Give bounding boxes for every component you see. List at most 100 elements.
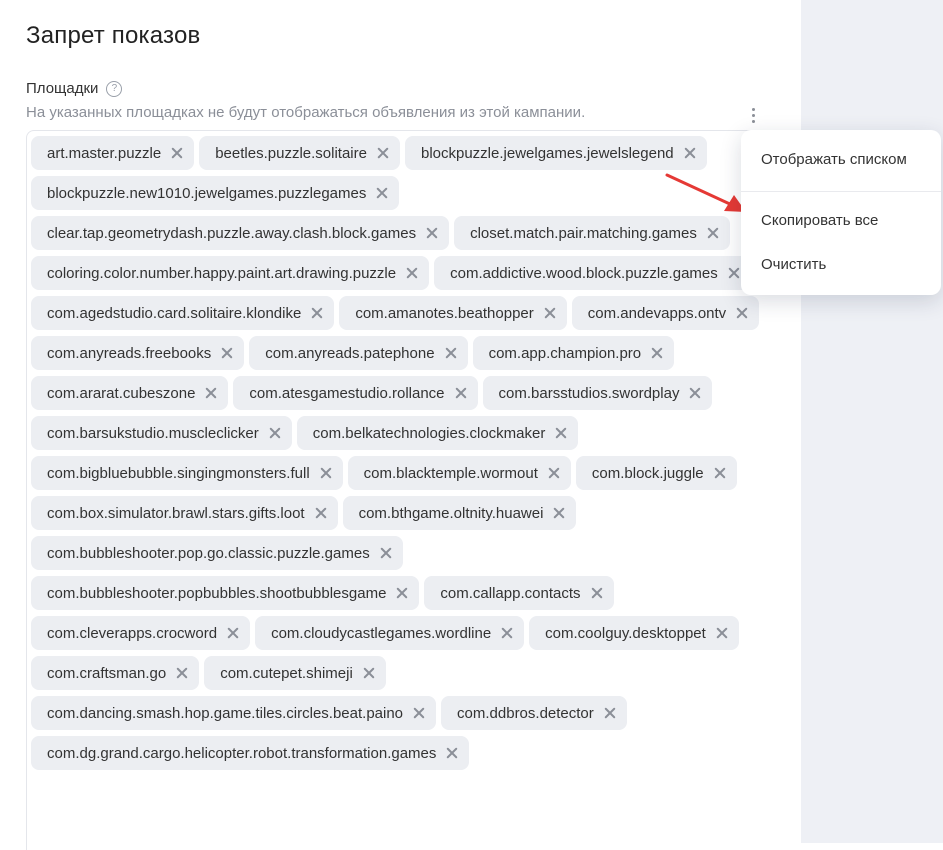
remove-tag-icon[interactable]: [221, 347, 233, 359]
remove-tag-icon[interactable]: [591, 587, 603, 599]
question-circle-icon[interactable]: ?: [106, 80, 123, 97]
placement-tag-label: com.andevapps.ontv: [587, 304, 727, 322]
placement-tag: com.addictive.wood.block.puzzle.games: [434, 256, 751, 290]
placement-tag: com.barsukstudio.muscleclicker: [31, 416, 292, 450]
remove-tag-icon[interactable]: [501, 627, 513, 639]
placement-tag-label: com.app.champion.pro: [488, 344, 642, 362]
remove-tag-icon[interactable]: [604, 707, 616, 719]
remove-tag-icon[interactable]: [455, 387, 467, 399]
placement-tag: com.atesgamestudio.rollance: [233, 376, 478, 410]
placement-tag-label: com.bthgame.oltnity.huawei: [358, 504, 544, 522]
placements-tag-input[interactable]: art.master.puzzle beetles.puzzle.solitair…: [26, 130, 764, 850]
placement-tag-label: com.amanotes.beathopper: [355, 304, 534, 322]
remove-tag-icon[interactable]: [315, 507, 327, 519]
remove-tag-icon[interactable]: [376, 187, 388, 199]
placement-tag: com.ddbros.detector: [441, 696, 627, 730]
remove-tag-icon[interactable]: [716, 627, 728, 639]
menu-item-show-as-list[interactable]: Отображать списком: [761, 151, 907, 168]
placement-tag: com.box.simulator.brawl.stars.gifts.loot: [31, 496, 338, 530]
remove-tag-icon[interactable]: [205, 387, 217, 399]
placement-tag: com.cloudycastlegames.wordline: [255, 616, 525, 650]
section-title: Запрет показов: [26, 22, 201, 49]
more-options-icon[interactable]: [744, 104, 762, 126]
placement-tag-label: blockpuzzle.jewelgames.jewelslegend: [420, 144, 674, 162]
placement-tag: com.block.juggle: [575, 456, 737, 490]
placement-tag-label: com.cleverapps.crocword: [47, 624, 218, 642]
placement-tag-label: com.ararat.cubeszone: [47, 384, 196, 402]
placement-tag: beetles.puzzle.solitaire: [199, 136, 400, 170]
remove-tag-icon[interactable]: [377, 147, 389, 159]
remove-tag-icon[interactable]: [426, 227, 438, 239]
placement-tag: com.bthgame.oltnity.huawei: [342, 496, 577, 530]
remove-tag-icon[interactable]: [311, 307, 323, 319]
remove-tag-icon[interactable]: [320, 467, 332, 479]
placement-tag-label: com.atesgamestudio.rollance: [249, 384, 445, 402]
placement-tag: com.barsstudios.swordplay: [482, 376, 713, 410]
menu-divider: [741, 191, 941, 192]
placement-tag: com.craftsman.go: [31, 656, 200, 690]
placement-tag: com.agedstudio.card.solitaire.klondike: [31, 296, 335, 330]
remove-tag-icon[interactable]: [714, 467, 726, 479]
placement-tag-label: com.box.simulator.brawl.stars.gifts.loot: [47, 504, 305, 522]
placement-tag-label: com.dg.grand.cargo.helicopter.robot.tran…: [47, 744, 437, 762]
menu-item-copy-all[interactable]: Скопировать все: [761, 212, 878, 229]
remove-tag-icon[interactable]: [684, 147, 696, 159]
placement-tag-label: com.coolguy.desktoppet: [545, 624, 706, 642]
remove-tag-icon[interactable]: [445, 347, 457, 359]
placements-hint: На указанных площадках не будут отобража…: [26, 104, 586, 121]
menu-item-clear[interactable]: Очистить: [761, 256, 826, 273]
placement-tag-label: com.bubbleshooter.pop.go.classic.puzzle.…: [47, 544, 370, 562]
placement-tag: com.bubbleshooter.pop.go.classic.puzzle.…: [31, 536, 403, 570]
placement-tag-label: com.craftsman.go: [47, 664, 167, 682]
remove-tag-icon[interactable]: [396, 587, 408, 599]
placement-tag-label: com.block.juggle: [591, 464, 704, 482]
placement-tag: com.callapp.contacts: [424, 576, 614, 610]
remove-tag-icon[interactable]: [689, 387, 701, 399]
remove-tag-icon[interactable]: [406, 267, 418, 279]
remove-tag-icon[interactable]: [227, 627, 239, 639]
placement-tag: com.cleverapps.crocword: [31, 616, 251, 650]
placement-tag-label: com.dancing.smash.hop.game.tiles.circles…: [47, 704, 404, 722]
remove-tag-icon[interactable]: [544, 307, 556, 319]
placement-tag-label: closet.match.pair.matching.games: [470, 224, 697, 242]
remove-tag-icon[interactable]: [736, 307, 748, 319]
placement-tag-label: com.bigbluebubble.singingmonsters.full: [47, 464, 310, 482]
remove-tag-icon[interactable]: [553, 507, 565, 519]
placement-tag: com.app.champion.pro: [472, 336, 675, 370]
placements-label-text: Площадки: [26, 80, 99, 97]
remove-tag-icon[interactable]: [548, 467, 560, 479]
placement-tag: closet.match.pair.matching.games: [454, 216, 730, 250]
placement-tag: com.blacktemple.wormout: [347, 456, 571, 490]
remove-tag-icon[interactable]: [446, 747, 458, 759]
remove-tag-icon[interactable]: [651, 347, 663, 359]
placement-tag: blockpuzzle.new1010.jewelgames.puzzlegam…: [31, 176, 400, 210]
tag-list: art.master.puzzle beetles.puzzle.solitair…: [31, 136, 764, 770]
placement-tag-label: com.anyreads.patephone: [265, 344, 435, 362]
placement-tag: coloring.color.number.happy.paint.art.dr…: [31, 256, 430, 290]
remove-tag-icon[interactable]: [171, 147, 183, 159]
placement-tag: com.dancing.smash.hop.game.tiles.circles…: [31, 696, 437, 730]
placement-tag-label: com.cutepet.shimeji: [220, 664, 353, 682]
placement-tag-label: com.ddbros.detector: [457, 704, 594, 722]
remove-tag-icon[interactable]: [269, 427, 281, 439]
remove-tag-icon[interactable]: [363, 667, 375, 679]
placement-tag: com.anyreads.freebooks: [31, 336, 245, 370]
remove-tag-icon[interactable]: [380, 547, 392, 559]
placement-tag-label: com.barsstudios.swordplay: [498, 384, 680, 402]
placements-field-label: Площадки ?: [26, 80, 123, 97]
remove-tag-icon[interactable]: [413, 707, 425, 719]
placement-tag-label: art.master.puzzle: [47, 144, 162, 162]
placement-tag-label: com.callapp.contacts: [440, 584, 581, 602]
placement-tag: art.master.puzzle: [31, 136, 195, 170]
remove-tag-icon[interactable]: [707, 227, 719, 239]
placement-tag: com.andevapps.ontv: [571, 296, 760, 330]
placement-tag: com.bubbleshooter.popbubbles.shootbubble…: [31, 576, 420, 610]
remove-tag-icon[interactable]: [176, 667, 188, 679]
settings-card: Запрет показов Площадки ? На указанных п…: [0, 0, 801, 850]
placement-tag-label: com.bubbleshooter.popbubbles.shootbubble…: [47, 584, 387, 602]
placement-tag-label: beetles.puzzle.solitaire: [215, 144, 367, 162]
placement-tag-label: coloring.color.number.happy.paint.art.dr…: [47, 264, 397, 282]
placement-tag: com.cutepet.shimeji: [204, 656, 386, 690]
remove-tag-icon[interactable]: [728, 267, 740, 279]
remove-tag-icon[interactable]: [555, 427, 567, 439]
